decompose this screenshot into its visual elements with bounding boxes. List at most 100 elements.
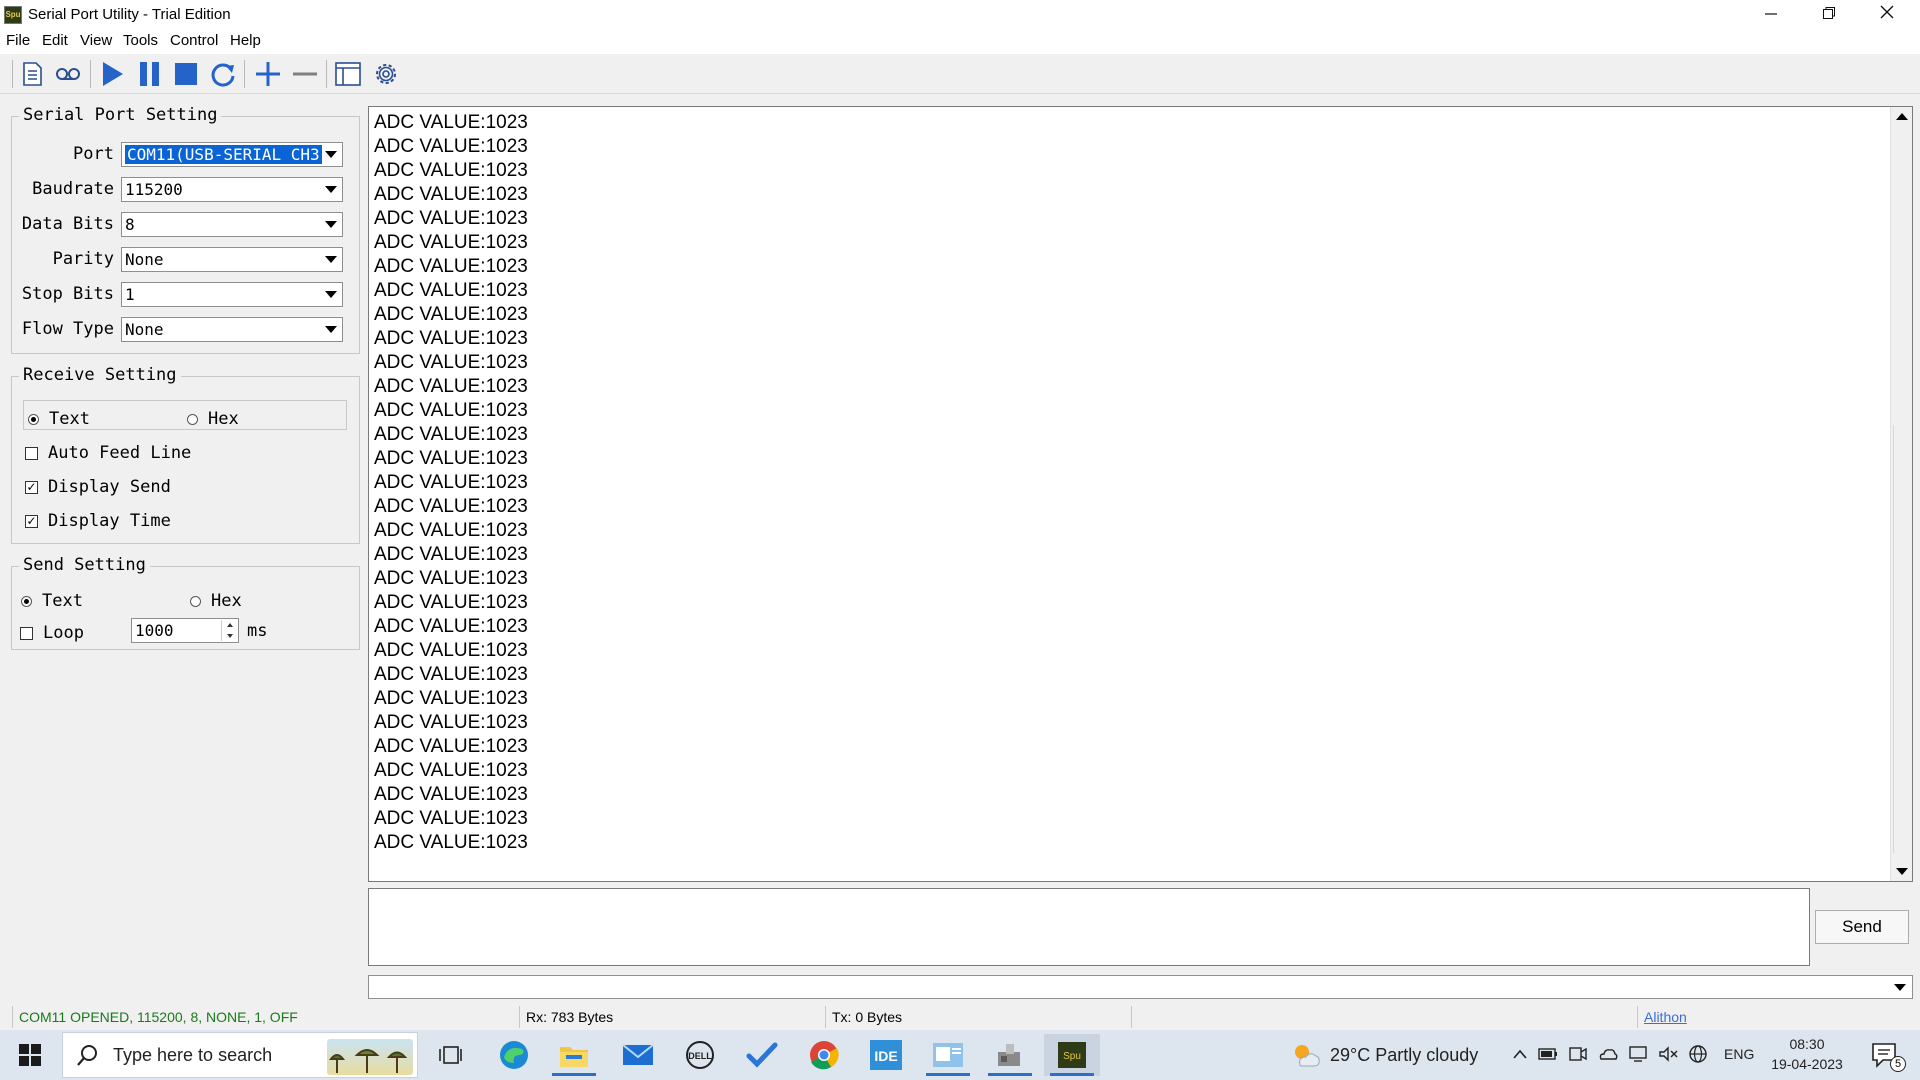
flowtype-combo[interactable]: None	[121, 317, 343, 342]
taskbar-chrome[interactable]	[796, 1034, 852, 1076]
loop-interval-stepper[interactable]: 1000	[131, 618, 239, 643]
taskbar-serial-port-utility[interactable]: Spu	[1044, 1034, 1100, 1076]
loop-checkbox[interactable]: Loop	[20, 623, 84, 643]
port-combo[interactable]: COM11(USB-SERIAL CH3	[121, 142, 343, 167]
taskbar-usb-tool[interactable]	[982, 1034, 1038, 1076]
menu-help[interactable]: Help	[230, 32, 261, 49]
taskbar-outlook[interactable]	[920, 1034, 976, 1076]
display-time-checkbox[interactable]: ✓ Display Time	[25, 511, 171, 531]
send-text-radio[interactable]: Text	[21, 591, 83, 611]
add-button[interactable]	[252, 58, 284, 90]
menu-control[interactable]: Control	[170, 32, 218, 49]
meet-now-icon[interactable]	[1568, 1045, 1588, 1063]
taskbar-mail[interactable]	[610, 1034, 666, 1076]
restore-button[interactable]	[1800, 0, 1858, 30]
scrollbar-thumb[interactable]	[1893, 425, 1910, 853]
taskbar-edge[interactable]	[486, 1034, 542, 1076]
receive-text-radio[interactable]: Text	[28, 409, 90, 429]
send-hex-radio[interactable]: Hex	[190, 591, 242, 611]
remove-button[interactable]	[289, 58, 321, 90]
notification-button[interactable]: 5	[1870, 1040, 1906, 1072]
auto-feed-line-checkbox[interactable]: Auto Feed Line	[25, 443, 191, 463]
taskbar-dell[interactable]: DELL	[672, 1034, 728, 1076]
send-hex-label: Hex	[211, 591, 242, 611]
receive-line: ADC VALUE:1023	[374, 160, 528, 181]
weather-text: 29°C Partly cloudy	[1330, 1044, 1479, 1065]
send-text-label: Text	[42, 591, 83, 611]
refresh-button[interactable]	[207, 58, 239, 90]
search-placeholder: Type here to search	[113, 1044, 273, 1065]
vertical-scrollbar[interactable]	[1890, 107, 1912, 881]
scroll-down-icon[interactable]	[1896, 868, 1908, 875]
receive-hex-radio[interactable]: Hex	[187, 409, 239, 429]
receive-line: ADC VALUE:1023	[374, 232, 528, 253]
receive-line: ADC VALUE:1023	[374, 136, 528, 157]
connection-status: COM11 OPENED, 115200, 8, NONE, 1, OFF	[12, 1006, 519, 1028]
taskbar-todo[interactable]	[734, 1034, 790, 1076]
spin-arrows-icon[interactable]	[221, 620, 237, 641]
search-highlight-image	[327, 1039, 413, 1075]
menu-tools[interactable]: Tools	[123, 32, 158, 49]
loop-interval-value: 1000	[135, 621, 174, 640]
language-indicator[interactable]: ENG	[1724, 1046, 1754, 1062]
menu-file[interactable]: File	[6, 32, 30, 49]
weather-widget[interactable]: 29°C Partly cloudy	[1290, 1034, 1478, 1076]
receive-hex-label: Hex	[208, 409, 239, 429]
svg-text:Spu: Spu	[1063, 1051, 1081, 1062]
minimize-button[interactable]	[1742, 0, 1800, 30]
window-button[interactable]	[332, 58, 364, 90]
receive-line: ADC VALUE:1023	[374, 352, 528, 373]
clock-date: 19-04-2023	[1771, 1056, 1843, 1072]
title-bar	[0, 0, 1920, 30]
menu-view[interactable]: View	[80, 32, 112, 49]
taskbar-arduino-ide[interactable]: IDE	[858, 1034, 914, 1076]
checkmark-icon: ✓	[25, 479, 38, 494]
start-menu-button[interactable]	[2, 1034, 58, 1076]
display-send-checkbox[interactable]: ✓ Display Send	[25, 477, 171, 497]
start-button[interactable]	[96, 58, 128, 90]
taskbar-search-box[interactable]: Type here to search	[62, 1032, 418, 1078]
volume-muted-icon[interactable]	[1658, 1045, 1678, 1063]
loop-label: Loop	[43, 623, 84, 643]
svg-text:DELL: DELL	[688, 1051, 712, 1061]
scroll-up-icon[interactable]	[1896, 113, 1908, 120]
taskbar-file-explorer[interactable]	[546, 1034, 602, 1076]
globe-icon[interactable]	[1688, 1044, 1708, 1064]
receive-line: ADC VALUE:1023	[374, 448, 528, 469]
databits-combo[interactable]: 8	[121, 212, 343, 237]
send-text-area[interactable]	[368, 888, 1810, 966]
record-icon	[56, 68, 80, 80]
settings-button[interactable]	[370, 58, 402, 90]
chevron-up-icon[interactable]	[1512, 1047, 1528, 1061]
status-empty-pane	[1131, 1006, 1637, 1028]
toolbar-separator	[12, 60, 13, 88]
receive-line: ADC VALUE:1023	[374, 760, 528, 781]
clock[interactable]: 08:30 19-04-2023	[1762, 1034, 1852, 1074]
chevron-down-icon	[322, 180, 340, 199]
stopbits-combo[interactable]: 1	[121, 282, 343, 307]
receive-text-area[interactable]: ADC VALUE:1023 ADC VALUE:1023 ADC VALUE:10…	[368, 106, 1913, 882]
display-icon[interactable]	[1628, 1045, 1648, 1063]
receive-line: ADC VALUE:1023	[374, 304, 528, 325]
menu-edit[interactable]: Edit	[42, 32, 68, 49]
receive-line: ADC VALUE:1023	[374, 280, 528, 301]
display-send-label: Display Send	[48, 477, 171, 497]
new-document-button[interactable]	[16, 58, 48, 90]
close-button[interactable]	[1858, 0, 1916, 30]
parity-combo[interactable]: None	[121, 247, 343, 272]
send-history-combo[interactable]	[368, 975, 1913, 999]
taskbar-task-view[interactable]	[422, 1034, 478, 1076]
send-setting-title: Send Setting	[19, 555, 150, 575]
radio-unselected	[187, 413, 198, 425]
alithon-link[interactable]: Alithon	[1644, 1009, 1687, 1025]
send-button[interactable]: Send	[1815, 910, 1909, 944]
onedrive-icon[interactable]	[1598, 1045, 1618, 1063]
connection-status-text: COM11 OPENED, 115200, 8, NONE, 1, OFF	[19, 1009, 298, 1025]
notification-count: 5	[1890, 1056, 1906, 1072]
baudrate-combo[interactable]: 115200	[121, 177, 343, 202]
battery-icon[interactable]	[1538, 1046, 1558, 1062]
pause-button[interactable]	[134, 58, 166, 90]
restore-icon	[1823, 7, 1835, 19]
stop-button[interactable]	[170, 58, 202, 90]
record-button[interactable]	[52, 58, 84, 90]
